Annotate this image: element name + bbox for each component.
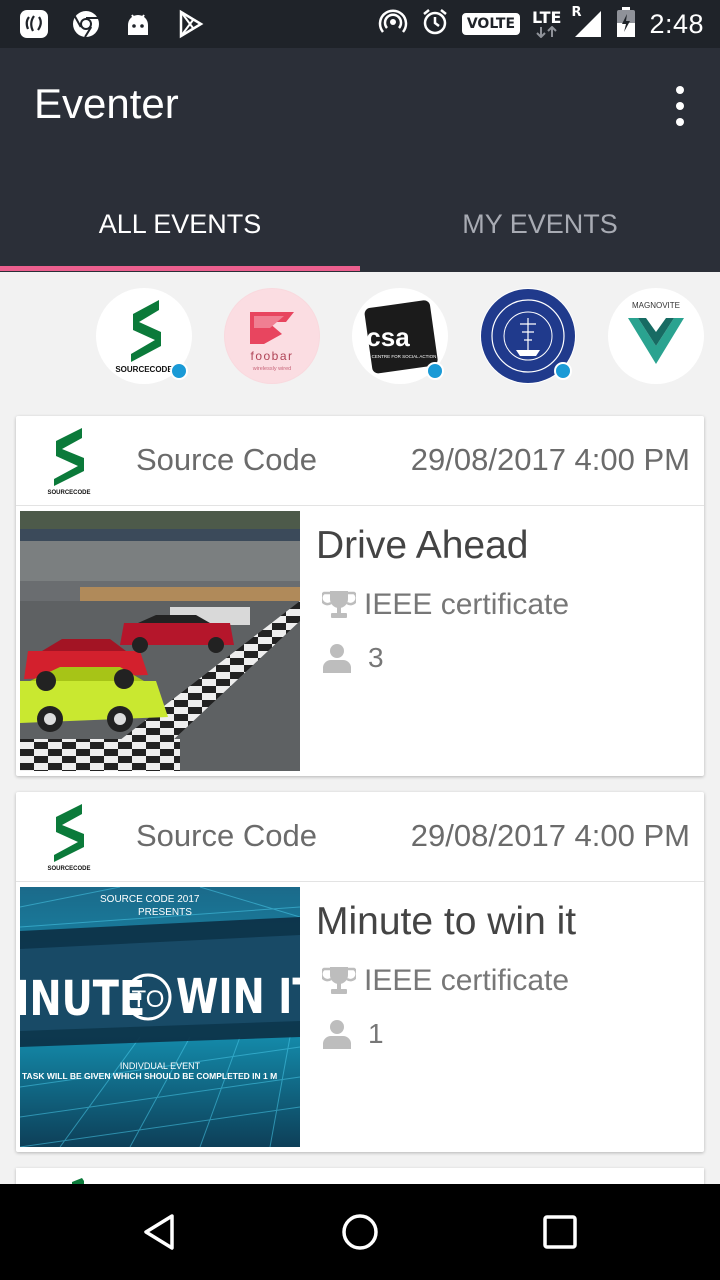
organizer-strip[interactable]: SOURCECODE foobar wirelessly wired csa C… bbox=[0, 272, 720, 402]
poster-line2: PRESENTS bbox=[138, 907, 192, 918]
clock: 2:48 bbox=[649, 8, 704, 39]
event-certificate: IEEE certificate bbox=[322, 588, 569, 622]
sourcecode-logo: SOURCECODE bbox=[47, 428, 91, 496]
back-icon[interactable] bbox=[132, 1204, 188, 1260]
participants-count: 3 bbox=[368, 642, 384, 673]
sourcecode-caption: SOURCECODE bbox=[115, 365, 173, 374]
tab-bar: ALL EVENTS MY EVENTS bbox=[0, 180, 720, 272]
person-icon bbox=[323, 644, 351, 673]
hotspot-icon bbox=[378, 7, 408, 41]
csa-subtext: CENTRE FOR SOCIAL ACTION bbox=[372, 354, 437, 359]
roaming-label: R bbox=[571, 5, 582, 20]
unread-dot bbox=[554, 362, 572, 380]
unread-dot bbox=[426, 362, 444, 380]
more-options-icon[interactable] bbox=[670, 86, 690, 126]
poster-sub1: INDIVDUAL EVENT bbox=[120, 1061, 201, 1071]
foobar-text: foobar bbox=[250, 349, 293, 363]
app-title: Eventer bbox=[34, 80, 179, 127]
chrome-icon bbox=[70, 8, 102, 40]
sourcecode-logo: SOURCECODE bbox=[115, 300, 173, 374]
csa-text: csa bbox=[366, 322, 410, 352]
foobar-logo: foobar wirelessly wired bbox=[225, 289, 319, 383]
organizer-foobar[interactable]: foobar wirelessly wired bbox=[224, 288, 320, 384]
organizer-sourcecode[interactable]: SOURCECODE bbox=[96, 288, 192, 384]
sourcecode-logo: SOURCECODE bbox=[47, 804, 91, 872]
battery-icon bbox=[615, 6, 637, 42]
play-store-icon bbox=[174, 8, 206, 40]
alarm-icon bbox=[420, 7, 450, 41]
participants-count: 1 bbox=[368, 1018, 384, 1049]
recents-icon[interactable] bbox=[532, 1204, 588, 1260]
screen: VOLTE LTE R 2:48 Eventer ALL EVENTS MY E… bbox=[0, 0, 720, 1280]
foobar-tagline: wirelessly wired bbox=[252, 366, 292, 372]
magnovite-text: MAGNOVITE bbox=[632, 301, 680, 310]
event-date: 29/08/2017 4:00 PM bbox=[410, 818, 690, 853]
sourcecode-caption: SOURCECODE bbox=[47, 866, 90, 872]
android-icon bbox=[122, 8, 154, 40]
saavn-icon bbox=[18, 8, 50, 40]
lte-label: LTE bbox=[532, 8, 562, 27]
unread-dot bbox=[170, 362, 188, 380]
event-title: Minute to win it bbox=[316, 900, 577, 943]
navigation-bar bbox=[0, 1184, 720, 1280]
tab-my-events[interactable]: MY EVENTS bbox=[360, 180, 720, 268]
organizer-magnovite[interactable]: MAGNOVITE bbox=[608, 288, 704, 384]
person-icon bbox=[323, 1020, 351, 1049]
volte-badge: VOLTE bbox=[461, 13, 521, 35]
tab-indicator bbox=[0, 266, 360, 271]
event-participants: 1 bbox=[322, 1018, 384, 1050]
trophy-icon bbox=[322, 591, 356, 618]
event-certificate: IEEE certificate bbox=[322, 964, 569, 998]
event-card[interactable]: SOURCECODE Source Code 29/08/2017 4:00 P… bbox=[16, 792, 704, 1152]
app-bar: Eventer ALL EVENTS MY EVENTS bbox=[0, 48, 720, 272]
magnovite-logo: MAGNOVITE bbox=[628, 301, 684, 364]
organizer-christ-university[interactable] bbox=[480, 288, 576, 384]
organizer-csa[interactable]: csa CENTRE FOR SOCIAL ACTION bbox=[352, 288, 448, 384]
poster-line1: SOURCE CODE 2017 bbox=[100, 894, 200, 905]
poster-word-right: WIN IT bbox=[176, 970, 300, 1025]
poster-word-mid: TO bbox=[132, 986, 165, 1013]
organizer-name: Source Code bbox=[136, 818, 317, 853]
event-card-header: SOURCECODE Source Code 29/08/2017 4:00 P… bbox=[16, 792, 704, 882]
event-card[interactable]: SOURCECODE Source Code 29/08/2017 4:00 P… bbox=[16, 416, 704, 776]
event-date: 29/08/2017 4:00 PM bbox=[410, 442, 690, 477]
signal-icon: R bbox=[571, 5, 603, 39]
sourcecode-caption: SOURCECODE bbox=[47, 490, 90, 496]
event-title: Drive Ahead bbox=[316, 524, 529, 567]
lte-indicator: LTE bbox=[532, 10, 561, 38]
event-image: SOURCE CODE 2017 PRESENTS INUTE TO WIN I… bbox=[20, 887, 300, 1147]
home-icon[interactable] bbox=[332, 1204, 388, 1260]
poster-sub2: TASK WILL BE GIVEN WHICH SHOULD BE COMPL… bbox=[22, 1071, 277, 1081]
certificate-label: IEEE certificate bbox=[364, 588, 570, 621]
certificate-label: IEEE certificate bbox=[364, 964, 570, 997]
trophy-icon bbox=[322, 967, 356, 994]
tab-all-events[interactable]: ALL EVENTS bbox=[0, 180, 360, 268]
event-participants: 3 bbox=[322, 642, 384, 674]
organizer-name: Source Code bbox=[136, 442, 317, 477]
event-card-header: SOURCECODE Source Code 29/08/2017 4:00 P… bbox=[16, 416, 704, 506]
event-image bbox=[20, 511, 300, 771]
status-bar: VOLTE LTE R 2:48 bbox=[0, 0, 720, 48]
